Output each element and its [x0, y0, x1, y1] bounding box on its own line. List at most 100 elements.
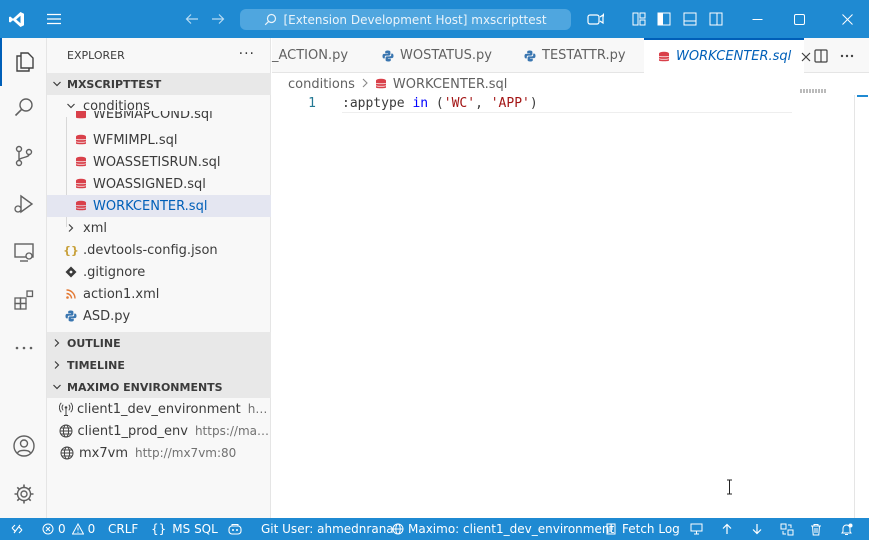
maximize-icon[interactable] [784, 0, 814, 38]
chevron-right-icon [47, 338, 67, 348]
timeline-label: TIMELINE [67, 358, 125, 372]
back-arrow-icon[interactable] [180, 0, 204, 38]
editor-more-actions-icon[interactable] [836, 38, 858, 73]
upload-arrow-icon[interactable] [721, 518, 733, 540]
breadcrumb-folder[interactable]: conditions [288, 77, 355, 92]
error-count: 0 [58, 522, 66, 536]
tab-testattr-py[interactable]: TESTATTR.py [510, 38, 642, 73]
editor-scrollbar[interactable] [854, 95, 869, 518]
search-icon[interactable] [0, 84, 47, 132]
notifications-bell-icon[interactable] [840, 518, 853, 540]
compare-icon[interactable] [780, 518, 794, 540]
screen-icon[interactable] [690, 518, 703, 540]
database-icon [73, 178, 89, 190]
more-views-icon[interactable] [0, 324, 47, 372]
outline-label: OUTLINE [67, 336, 121, 350]
copilot-icon[interactable] [583, 0, 609, 38]
eol-indicator[interactable]: CRLF [108, 518, 138, 540]
database-icon [73, 156, 89, 168]
language-mode[interactable]: {} MS SQL [151, 518, 218, 540]
maximo-environments-header[interactable]: MAXIMO ENVIRONMENTS [47, 376, 271, 398]
toggle-secondary-sidebar-icon[interactable] [705, 0, 727, 38]
tree-file[interactable]: {} .devtools-config.json [47, 239, 271, 261]
tree-file[interactable]: WOASSIGNED.sql [47, 173, 271, 195]
globe-icon [392, 523, 404, 535]
globe-icon [59, 424, 74, 438]
tab-workcenter-sql[interactable]: WORKCENTER.sql [644, 38, 811, 73]
git-user-item[interactable]: Git User: ahmednrana [261, 518, 394, 540]
workspace-folder-header[interactable]: MXSCRIPTTEST [47, 73, 271, 95]
toggle-panel-icon[interactable] [679, 0, 701, 38]
copilot-status-icon[interactable] [228, 518, 242, 540]
sidebar-header: EXPLORER ··· [47, 38, 271, 73]
maximo-env-label: Maximo: client1_dev_environment [408, 522, 615, 536]
tree-folder-xml[interactable]: xml [47, 217, 271, 239]
warning-icon [71, 523, 84, 535]
problems-indicator[interactable]: 0 0 [42, 518, 95, 540]
breadcrumb-file[interactable]: WORKCENTER.sql [393, 77, 507, 92]
tree-file[interactable]: action1.xml [47, 283, 271, 305]
environment-name: client1_dev_environment [77, 401, 241, 417]
manage-gear-icon[interactable] [0, 470, 47, 518]
tree-file[interactable]: .gitignore [47, 261, 271, 283]
tree-file[interactable]: WOASSETISRUN.sql [47, 151, 271, 173]
database-icon [375, 78, 387, 90]
tab-label: WOSTATUS.py [400, 48, 492, 63]
chevron-right-icon [47, 360, 67, 370]
download-arrow-icon[interactable] [751, 518, 763, 540]
tree-file-selected[interactable]: WORKCENTER.sql [47, 195, 271, 217]
run-debug-icon[interactable] [0, 180, 47, 228]
close-icon[interactable] [832, 0, 862, 38]
database-icon [73, 111, 89, 120]
menu-icon[interactable] [40, 0, 68, 38]
tab-wostatus-py[interactable]: WOSTATUS.py [368, 38, 500, 73]
remote-explorer-icon[interactable] [0, 228, 47, 276]
status-bar: 0 0 CRLF {} MS SQL Git User: ahmednrana … [0, 518, 869, 540]
explorer-icon[interactable] [0, 38, 47, 86]
scrollbar-cursor-marker [857, 95, 868, 97]
minimap-preview [800, 89, 826, 93]
toggle-primary-sidebar-icon[interactable] [653, 0, 675, 38]
fetch-log-button[interactable]: Fetch Log [605, 518, 680, 540]
broadcast-icon [59, 402, 73, 416]
code-paren-open: ( [428, 96, 444, 111]
extensions-icon[interactable] [0, 276, 47, 324]
database-icon [658, 51, 670, 63]
trash-icon[interactable] [810, 518, 822, 540]
code-editor[interactable]: 1 :apptype in ('WC', 'APP') [272, 89, 854, 518]
forward-arrow-icon[interactable] [206, 0, 230, 38]
more-actions-icon[interactable]: ··· [239, 46, 255, 62]
git-diamond-icon [63, 266, 79, 278]
tree-file[interactable]: WFMIMPL.sql [47, 129, 271, 151]
environment-item[interactable]: mx7vm http://mx7vm:80 [47, 442, 271, 464]
split-editor-icon[interactable] [810, 38, 832, 73]
minimize-icon[interactable] [742, 0, 772, 38]
customize-layout-icon[interactable] [628, 0, 650, 38]
tree-file-partial[interactable]: WEBMAPCOND.sql [47, 111, 271, 125]
code-identifier: :apptype [342, 96, 413, 111]
document-icon [606, 523, 616, 535]
file-label: WFMIMPL.sql [93, 132, 178, 148]
command-center-search[interactable]: [Extension Development Host] mxscripttes… [240, 9, 571, 30]
file-label: WORKCENTER.sql [93, 198, 208, 214]
database-icon [73, 134, 89, 146]
tree-file[interactable]: ASD.py [47, 305, 271, 327]
file-label: ASD.py [83, 308, 131, 324]
remote-indicator-icon[interactable] [0, 518, 33, 540]
warning-count: 0 [87, 522, 96, 536]
maximo-env-item[interactable]: Maximo: client1_dev_environment [392, 518, 614, 540]
source-control-icon[interactable] [0, 132, 47, 180]
file-label: .gitignore [83, 264, 146, 280]
python-icon [63, 310, 79, 322]
timeline-section-header[interactable]: TIMELINE [47, 354, 271, 376]
tab-action-py[interactable]: _ACTION.py [272, 38, 364, 73]
language-label: MS SQL [172, 522, 218, 536]
accounts-icon[interactable] [0, 422, 47, 470]
activity-bar [0, 38, 47, 518]
environment-item[interactable]: client1_dev_environment http... [47, 398, 271, 420]
text-cursor-icon [726, 479, 732, 495]
code-line[interactable]: :apptype in ('WC', 'APP') [342, 95, 792, 113]
folder-label: xml [83, 220, 107, 236]
environment-item[interactable]: client1_prod_env https://maxi... [47, 420, 271, 442]
outline-section-header[interactable]: OUTLINE [47, 332, 271, 354]
